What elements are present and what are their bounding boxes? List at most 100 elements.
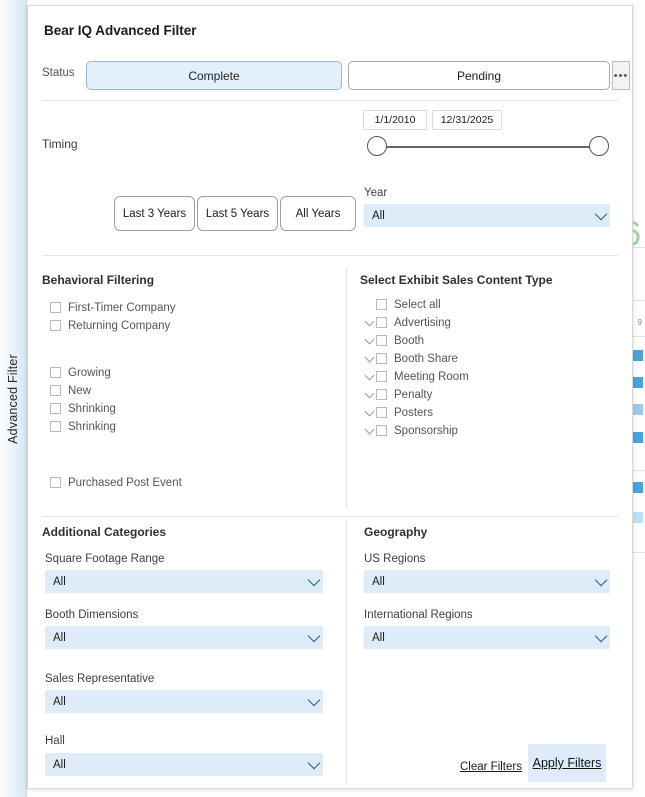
checkbox-icon	[376, 371, 387, 382]
chevron-down-icon[interactable]	[362, 321, 376, 325]
additional-categories-heading: Additional Categories	[42, 525, 166, 539]
advanced-filter-panel: Bear IQ Advanced Filter close-icon Statu…	[27, 5, 633, 789]
tree-item-label: Penalty	[394, 389, 432, 401]
date-range-start[interactable]: 1/1/2010	[363, 110, 427, 130]
booth-dimensions-value: All	[53, 632, 66, 644]
chevron-down-icon	[308, 629, 321, 642]
checkbox-growing[interactable]: Growing	[50, 364, 111, 381]
checkbox-icon	[50, 320, 61, 331]
year-label: Year	[364, 187, 387, 199]
status-option-complete[interactable]: Complete	[86, 61, 342, 90]
tree-item-sponsorship[interactable]: Sponsorship	[362, 422, 458, 439]
tree-item-label: Posters	[394, 407, 433, 419]
quick-range-last-3-years[interactable]: Last 3 Years	[114, 196, 195, 231]
us-regions-value: All	[372, 576, 385, 588]
hall-select[interactable]: All	[45, 753, 323, 776]
chevron-down-icon[interactable]	[362, 429, 376, 433]
more-options-icon[interactable]: •••	[612, 61, 630, 90]
checkbox-label: First-Timer Company	[68, 302, 176, 314]
tree-item-meeting-room[interactable]: Meeting Room	[362, 368, 469, 385]
status-option-pending[interactable]: Pending	[348, 61, 610, 90]
close-icon[interactable]: close-icon	[592, 16, 622, 46]
date-range-slider[interactable]	[365, 136, 610, 158]
international-regions-label: International Regions	[364, 609, 473, 621]
checkbox-first-timer-company[interactable]: First-Timer Company	[50, 299, 176, 316]
year-value: All	[372, 210, 385, 222]
chevron-down-icon[interactable]	[362, 411, 376, 415]
slider-handle-end[interactable]	[589, 136, 609, 156]
chevron-down-icon	[308, 756, 321, 769]
checkbox-label: Purchased Post Event	[68, 477, 182, 489]
apply-filters-button[interactable]: Apply Filters	[528, 744, 606, 782]
chevron-down-icon	[595, 629, 608, 642]
quick-range-all-years[interactable]: All Years	[280, 196, 356, 231]
booth-dimensions-label: Booth Dimensions	[45, 609, 138, 621]
square-footage-range-select[interactable]: All	[45, 570, 323, 593]
chevron-down-icon[interactable]	[362, 339, 376, 343]
clear-filters-link[interactable]: Clear Filters	[460, 761, 522, 773]
checkbox-icon	[50, 302, 61, 313]
sales-representative-value: All	[53, 696, 66, 708]
hall-value: All	[53, 759, 66, 771]
chevron-down-icon	[308, 693, 321, 706]
chevron-down-icon[interactable]	[362, 357, 376, 361]
checkbox-new[interactable]: New	[50, 382, 91, 399]
advanced-filter-side-tab[interactable]: Advanced Filter	[0, 0, 27, 797]
us-regions-select[interactable]: All	[364, 570, 610, 593]
checkbox-label: Growing	[68, 367, 111, 379]
status-row: Status Complete Pending •••	[28, 54, 634, 96]
tree-item-label: Booth	[394, 335, 424, 347]
checkbox-returning-company[interactable]: Returning Company	[50, 317, 170, 334]
page-title: Bear IQ Advanced Filter	[44, 23, 197, 38]
timing-label: Timing	[42, 137, 78, 151]
tree-item-label: Booth Share	[394, 353, 458, 365]
tree-item-label: Meeting Room	[394, 371, 469, 383]
international-regions-value: All	[372, 632, 385, 644]
chevron-down-icon[interactable]	[362, 393, 376, 397]
checkbox-icon	[50, 367, 61, 378]
quick-range-last-5-years[interactable]: Last 5 Years	[197, 196, 278, 231]
hall-label: Hall	[45, 735, 65, 747]
tree-item-booth-share[interactable]: Booth Share	[362, 350, 458, 367]
checkbox-icon	[376, 407, 387, 418]
checkbox-label: Shrinking	[68, 403, 116, 415]
chevron-down-icon[interactable]	[362, 375, 376, 379]
international-regions-select[interactable]: All	[364, 626, 610, 649]
checkbox-icon	[376, 425, 387, 436]
checkbox-icon	[376, 353, 387, 364]
status-label: Status	[42, 67, 75, 79]
checkbox-stable[interactable]: Shrinking	[50, 418, 116, 435]
tree-item-label: Advertising	[394, 317, 451, 329]
square-footage-range-label: Square Footage Range	[45, 553, 165, 565]
tree-item-penalty[interactable]: Penalty	[362, 386, 432, 403]
checkbox-icon	[50, 403, 61, 414]
chevron-down-icon	[595, 573, 608, 586]
checkbox-shrinking[interactable]: Shrinking	[50, 400, 116, 417]
square-footage-range-value: All	[53, 576, 66, 588]
geography-heading: Geography	[364, 525, 427, 539]
tree-item-label: Sponsorship	[394, 425, 458, 437]
tree-item-posters[interactable]: Posters	[362, 404, 433, 421]
date-range-end[interactable]: 12/31/2025	[432, 110, 502, 130]
tree-item-advertising[interactable]: Advertising	[362, 314, 451, 331]
column-divider	[346, 522, 347, 784]
checkbox-label: Shrinking	[68, 421, 116, 433]
checkbox-purchased-post-event[interactable]: Purchased Post Event	[50, 474, 182, 491]
booth-dimensions-select[interactable]: All	[45, 626, 323, 649]
slider-track	[377, 146, 598, 148]
checkbox-icon	[376, 389, 387, 400]
year-select[interactable]: All	[364, 204, 610, 227]
divider	[42, 516, 618, 517]
tree-item-select-all[interactable]: Select all	[362, 296, 441, 313]
checkbox-icon	[50, 421, 61, 432]
chevron-down-icon	[595, 207, 608, 220]
us-regions-label: US Regions	[364, 553, 425, 565]
checkbox-icon	[50, 477, 61, 488]
sales-representative-select[interactable]: All	[45, 690, 323, 713]
tree-item-booth[interactable]: Booth	[362, 332, 424, 349]
slider-handle-start[interactable]	[367, 136, 387, 156]
divider	[42, 100, 618, 101]
background-small-text: 9	[638, 318, 642, 327]
checkbox-label: Returning Company	[68, 320, 170, 332]
divider	[42, 255, 618, 256]
